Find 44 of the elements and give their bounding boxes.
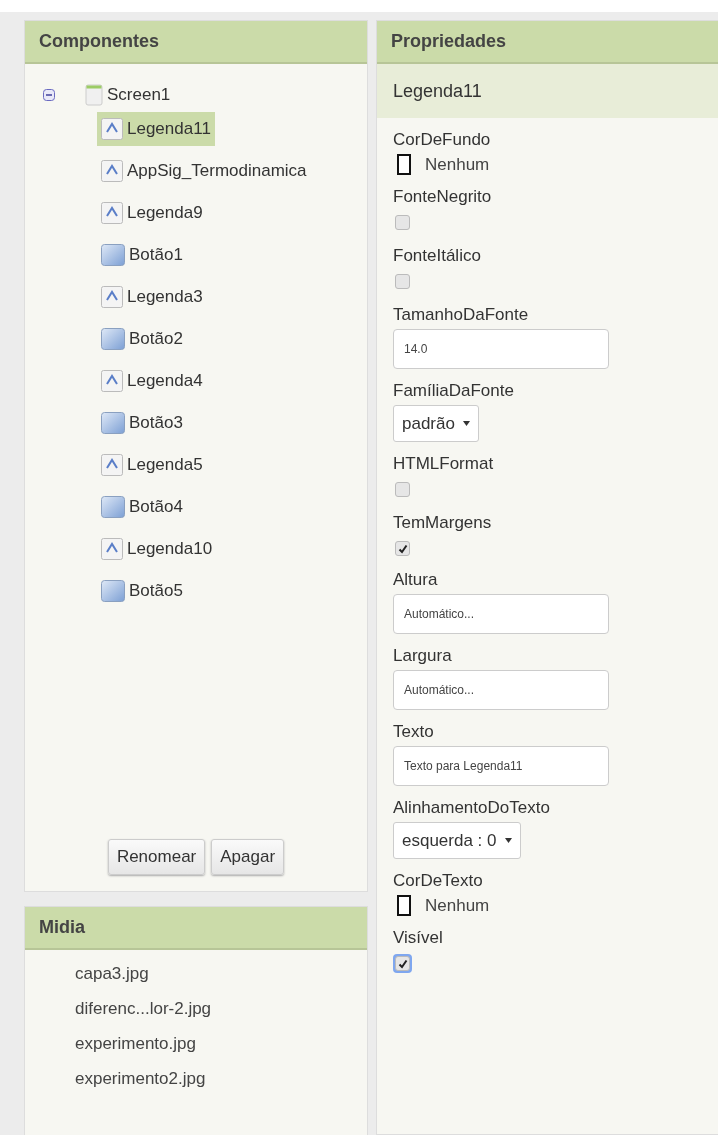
color-value[interactable]: Nenhum [425, 895, 490, 916]
property-label: FamíliaDaFonte [393, 381, 515, 401]
component-name: Legenda11 [377, 64, 718, 118]
tree-item[interactable]: Legenda9 [97, 196, 207, 230]
tree-item[interactable]: Botão2 [97, 322, 187, 356]
property-label: FonteItálico [393, 246, 482, 266]
property-label: Altura [393, 570, 439, 590]
media-file[interactable]: capa3.jpg [75, 964, 367, 999]
property-label: AlinhamentoDoTexto [393, 798, 551, 818]
property-label: Texto [393, 722, 435, 742]
tree-item[interactable]: Botão3 [97, 406, 187, 440]
tree-item[interactable]: Botão5 [97, 574, 187, 608]
text-field[interactable]: Automático... [393, 670, 609, 710]
action-button[interactable]: Renomear [107, 839, 206, 875]
media-file[interactable]: diferenc...lor-2.jpg [75, 999, 367, 1034]
tree-item[interactable]: Legenda3 [97, 280, 207, 314]
tree-item[interactable]: Legenda4 [97, 364, 207, 398]
tree-item[interactable]: Legenda11 [97, 112, 215, 146]
panel-title: Componentes [25, 21, 367, 64]
panel-title: Propriedades [377, 21, 718, 64]
action-button[interactable]: Apagar [211, 839, 285, 875]
property-label: Visível [393, 928, 444, 948]
property-label: TemMargens [393, 513, 493, 533]
text-field[interactable]: 14.0 [393, 329, 609, 369]
property-label: CorDeTexto [393, 871, 484, 891]
tree-item[interactable]: Legenda5 [97, 448, 207, 482]
dropdown[interactable]: esquerda : 0 [393, 822, 521, 859]
color-value[interactable]: Nenhum [425, 154, 490, 175]
tree-item[interactable]: Legenda10 [97, 532, 217, 566]
property-label: Largura [393, 646, 453, 666]
media-file[interactable]: experimento.jpg [75, 1034, 367, 1069]
panel-title: Midia [25, 907, 367, 950]
text-field[interactable]: Automático... [393, 594, 609, 634]
tree-item[interactable]: AppSig_Termodinamica [97, 154, 311, 188]
property-label: FonteNegrito [393, 187, 493, 207]
tree-item[interactable]: Screen1 [81, 82, 175, 108]
dropdown[interactable]: padrão [393, 405, 479, 442]
property-label: HTMLFormat [393, 454, 495, 474]
text-field[interactable]: Texto para Legenda11 [393, 746, 609, 786]
tree-item[interactable]: Botão1 [97, 238, 187, 272]
media-file[interactable]: experimento2.jpg [75, 1069, 367, 1104]
tree-item[interactable]: Botão4 [97, 490, 187, 524]
property-label: CorDeFundo [393, 130, 492, 150]
property-label: TamanhoDaFonte [393, 305, 530, 325]
